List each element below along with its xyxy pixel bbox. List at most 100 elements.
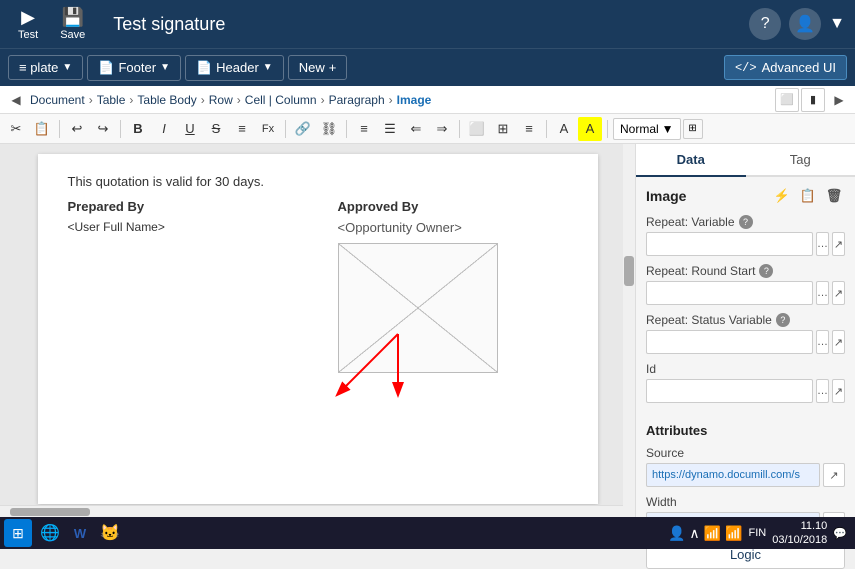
- template-button[interactable]: ≡ plate ▼: [8, 55, 83, 80]
- footer-button[interactable]: 📄 Footer ▼: [87, 55, 181, 81]
- user-avatar[interactable]: 👤: [789, 8, 821, 40]
- font-color-btn[interactable]: A: [552, 117, 576, 141]
- help-repeat-variable[interactable]: ?: [739, 215, 753, 229]
- breadcrumb-sep-1: ›: [87, 93, 95, 107]
- taskbar-app-other[interactable]: 🐱: [96, 519, 124, 547]
- horizontal-scrollbar[interactable]: [0, 505, 623, 517]
- breadcrumb-back[interactable]: ◀: [4, 88, 28, 112]
- breadcrumb-sep-2: ›: [127, 93, 135, 107]
- expand-view-btn-2[interactable]: ▮: [801, 88, 825, 112]
- repeat-variable-more-btn[interactable]: …: [816, 232, 829, 256]
- redo-btn[interactable]: ↪: [91, 117, 115, 141]
- expand-view-btn-1[interactable]: ⬜: [775, 88, 799, 112]
- start-button[interactable]: ⊞: [4, 519, 32, 547]
- copy-btn[interactable]: 📋: [30, 117, 54, 141]
- repeat-variable-input[interactable]: [646, 232, 813, 256]
- taskbar-language: FIN: [749, 527, 767, 539]
- id-link-btn[interactable]: ↗: [832, 379, 845, 403]
- new-button[interactable]: New +: [288, 55, 348, 80]
- repeat-round-link-btn[interactable]: ↗: [832, 281, 845, 305]
- id-more-btn[interactable]: …: [816, 379, 829, 403]
- repeat-variable-link-btn[interactable]: ↗: [832, 232, 845, 256]
- undo-btn[interactable]: ↩: [65, 117, 89, 141]
- document-area[interactable]: This quotation is valid for 30 days. Pre…: [0, 144, 635, 517]
- panel-tabs: Data Tag: [636, 144, 855, 177]
- link-btn[interactable]: 🔗: [291, 117, 315, 141]
- repeat-round-more-btn[interactable]: …: [816, 281, 829, 305]
- indent-right-btn[interactable]: ⇒: [430, 117, 454, 141]
- source-input[interactable]: [646, 463, 820, 487]
- repeat-status-link-btn[interactable]: ↗: [832, 330, 845, 354]
- breadcrumb-row[interactable]: Row: [209, 93, 233, 107]
- indent-left-btn[interactable]: ⇐: [404, 117, 428, 141]
- notification-icon[interactable]: 💬: [833, 527, 847, 540]
- breadcrumb-cell[interactable]: Cell | Column: [245, 93, 317, 107]
- advanced-ui-label: Advanced UI: [762, 60, 836, 75]
- breadcrumb-table[interactable]: Table: [97, 93, 126, 107]
- footer-arrow: ▼: [160, 62, 170, 73]
- clear-format-btn[interactable]: ≡: [230, 117, 254, 141]
- scroll-thumb[interactable]: [624, 256, 634, 286]
- save-button[interactable]: 💾 Save: [52, 5, 93, 43]
- help-repeat-round[interactable]: ?: [759, 264, 773, 278]
- field-repeat-round-input-row: … ↗: [646, 281, 845, 305]
- breadcrumb-paragraph[interactable]: Paragraph: [329, 93, 385, 107]
- repeat-status-more-btn[interactable]: …: [816, 330, 829, 354]
- h-scroll-thumb[interactable]: [10, 508, 90, 516]
- field-repeat-variable: Repeat: Variable ? … ↗: [636, 211, 855, 260]
- breadcrumb-tablebody[interactable]: Table Body: [137, 93, 196, 107]
- header-arrow: ▼: [263, 62, 273, 73]
- test-button[interactable]: ▶ Test: [10, 5, 46, 43]
- strikethrough-btn[interactable]: S: [204, 117, 228, 141]
- formula-btn[interactable]: Fx: [256, 117, 280, 141]
- panel-delete-btn[interactable]: 🗑: [823, 185, 845, 207]
- header-label: Header: [216, 60, 259, 75]
- title-bar-actions: ▶ Test 💾 Save: [10, 5, 93, 43]
- align-btn[interactable]: ≡: [517, 117, 541, 141]
- italic-btn[interactable]: I: [152, 117, 176, 141]
- style-selector[interactable]: Normal ▼: [613, 118, 681, 140]
- test-label: Test: [18, 29, 38, 41]
- taskbar-time-block: 11.10 03/10/2018: [772, 519, 827, 548]
- field-id-input-row: … ↗: [646, 379, 845, 403]
- field-id: Id … ↗: [636, 358, 855, 407]
- unlink-btn[interactable]: ⛓: [317, 117, 341, 141]
- source-link-btn[interactable]: ↗: [823, 463, 845, 487]
- id-input[interactable]: [646, 379, 813, 403]
- field-source: Source ↗: [636, 442, 855, 491]
- panel-copy-btn[interactable]: 📋: [797, 185, 819, 207]
- field-repeat-status: Repeat: Status Variable ? … ↗: [636, 309, 855, 358]
- underline-btn[interactable]: U: [178, 117, 202, 141]
- panel-share-btn[interactable]: ⚡: [771, 185, 793, 207]
- image-btn[interactable]: ⬜: [465, 117, 489, 141]
- highlight-btn[interactable]: A: [578, 117, 602, 141]
- cut-btn[interactable]: ✂: [4, 117, 28, 141]
- tab-data[interactable]: Data: [636, 144, 746, 177]
- person-icon: 👤: [668, 525, 685, 542]
- help-button[interactable]: ?: [749, 8, 781, 40]
- repeat-status-input[interactable]: [646, 330, 813, 354]
- list-ordered-btn[interactable]: ≡: [352, 117, 376, 141]
- header-button[interactable]: 📄 Header ▼: [185, 55, 284, 81]
- breadcrumb-document[interactable]: Document: [30, 93, 85, 107]
- code-icon: </>: [735, 61, 757, 75]
- new-label: New: [299, 60, 325, 75]
- vertical-scrollbar[interactable]: [623, 144, 635, 517]
- user-dropdown-arrow[interactable]: ▼: [829, 15, 845, 33]
- tab-tag[interactable]: Tag: [746, 144, 855, 177]
- breadcrumb-bar: ◀ Document › Table › Table Body › Row › …: [0, 86, 855, 114]
- opportunity-owner: <Opportunity Owner>: [338, 220, 568, 235]
- taskbar-app-edge[interactable]: 🌐: [36, 519, 64, 547]
- advanced-ui-button[interactable]: </> Advanced UI: [724, 55, 847, 80]
- style-icon-btn[interactable]: ⊞: [683, 119, 703, 139]
- list-unordered-btn[interactable]: ☰: [378, 117, 402, 141]
- fmt-sep-7: [607, 120, 608, 138]
- repeat-round-input[interactable]: [646, 281, 813, 305]
- breadcrumb-image[interactable]: Image: [397, 93, 432, 107]
- field-source-input-row: ↗: [646, 463, 845, 487]
- help-repeat-status[interactable]: ?: [776, 313, 790, 327]
- bold-btn[interactable]: B: [126, 117, 150, 141]
- breadcrumb-more[interactable]: ▶: [827, 88, 851, 112]
- table-btn[interactable]: ⊞: [491, 117, 515, 141]
- taskbar-app-word[interactable]: W: [66, 519, 94, 547]
